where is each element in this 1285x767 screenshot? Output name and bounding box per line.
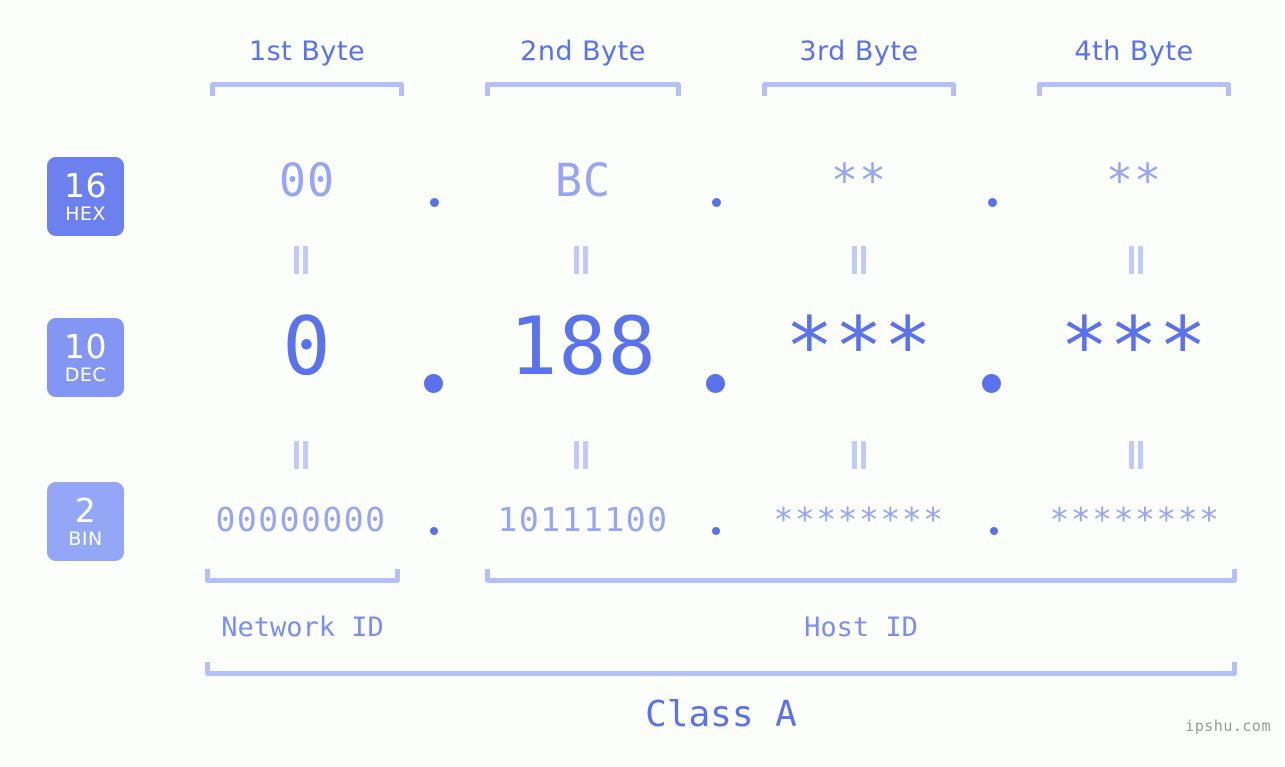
hex-byte-2-value: BC xyxy=(554,154,612,207)
radix-badge-dec[interactable]: 10 DEC xyxy=(47,318,124,397)
radix-badge-dec-number: 10 xyxy=(64,327,107,366)
radix-badge-hex[interactable]: 16 HEX xyxy=(47,157,124,236)
equals-connector-hex-dec-2 xyxy=(573,246,589,274)
equals-connector-hex-dec-3 xyxy=(851,246,867,274)
hex-byte-1-value: 00 xyxy=(278,154,336,207)
host-id-bracket xyxy=(485,569,1237,583)
dec-byte-2-value: 188 xyxy=(509,300,657,393)
bin-byte-2-value: 10111100 xyxy=(497,500,669,539)
equals-connector-dec-bin-1 xyxy=(293,441,309,469)
equals-connector-hex-dec-1 xyxy=(293,246,309,274)
radix-badge-bin-number: 2 xyxy=(74,491,97,530)
ip-class-label: Class A xyxy=(645,694,797,735)
dec-byte-3-value: *** xyxy=(785,300,933,393)
equals-connector-hex-dec-4 xyxy=(1128,246,1144,274)
site-watermark: ipshu.com xyxy=(1185,717,1271,735)
bin-separator-dot-2 xyxy=(712,527,720,535)
equals-connector-dec-bin-2 xyxy=(573,441,589,469)
hex-separator-dot-3 xyxy=(988,198,997,207)
network-id-label: Network ID xyxy=(221,612,384,643)
hex-separator-dot-2 xyxy=(712,198,721,207)
dec-byte-1-value: 0 xyxy=(282,300,332,393)
host-id-label: Host ID xyxy=(804,612,918,643)
byte-header-4: 4th Byte xyxy=(1074,36,1194,67)
byte-header-3: 3rd Byte xyxy=(799,36,919,67)
radix-badge-hex-name: HEX xyxy=(65,203,106,225)
byte-bracket-4 xyxy=(1037,82,1231,96)
byte-header-1: 1st Byte xyxy=(248,36,366,67)
hex-separator-dot-1 xyxy=(430,198,439,207)
radix-badge-bin-name: BIN xyxy=(68,528,103,550)
network-id-bracket xyxy=(205,569,400,583)
bin-separator-dot-3 xyxy=(990,527,998,535)
bin-byte-4-value: ******** xyxy=(1049,500,1221,539)
radix-badge-dec-name: DEC xyxy=(64,364,107,386)
bin-byte-3-value: ******** xyxy=(773,500,945,539)
dec-separator-dot-3 xyxy=(982,374,1001,393)
byte-bracket-1 xyxy=(210,82,404,96)
ip-address-breakdown-diagram: 1st Byte 2nd Byte 3rd Byte 4th Byte 16 H… xyxy=(0,0,1285,767)
radix-badge-hex-number: 16 xyxy=(64,166,107,205)
byte-bracket-3 xyxy=(762,82,956,96)
dec-byte-4-value: *** xyxy=(1060,300,1208,393)
equals-connector-dec-bin-3 xyxy=(851,441,867,469)
bin-byte-1-value: 00000000 xyxy=(215,500,387,539)
dec-separator-dot-1 xyxy=(424,374,443,393)
dec-separator-dot-2 xyxy=(706,374,725,393)
ip-class-bracket xyxy=(205,662,1237,676)
radix-badge-bin[interactable]: 2 BIN xyxy=(47,482,124,561)
equals-connector-dec-bin-4 xyxy=(1128,441,1144,469)
byte-bracket-2 xyxy=(485,82,681,96)
hex-byte-4-value: ** xyxy=(1105,154,1163,207)
bin-separator-dot-1 xyxy=(430,527,438,535)
byte-header-2: 2nd Byte xyxy=(520,36,646,67)
hex-byte-3-value: ** xyxy=(830,154,888,207)
